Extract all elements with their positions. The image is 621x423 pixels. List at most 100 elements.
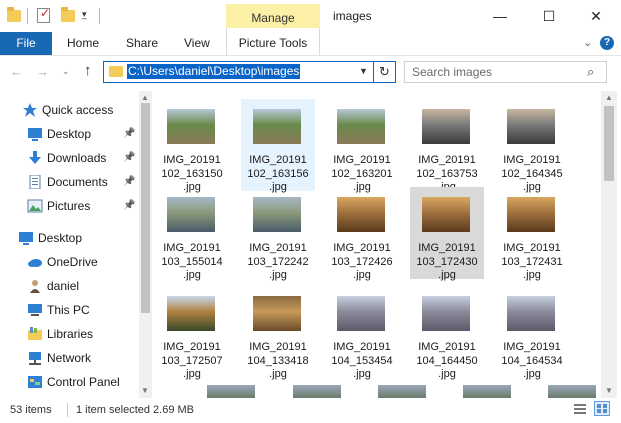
folder-icon	[109, 66, 123, 77]
computer-icon	[27, 303, 43, 317]
selection-info: 1 item selected 2.69 MB	[76, 404, 195, 416]
forward-button[interactable]: →	[36, 64, 49, 79]
tab-file[interactable]: File	[0, 32, 52, 55]
properties-icon[interactable]	[37, 6, 50, 23]
file-tile[interactable]: IMG_20191 102_164345 .jpg	[495, 99, 569, 193]
sidebar-item-label: daniel	[47, 279, 80, 293]
nav-scroll-thumb[interactable]	[141, 103, 150, 313]
image-thumbnail	[167, 197, 215, 232]
file-tile[interactable]: IMG_20191 103_172426 .jpg	[325, 187, 399, 281]
sidebar-item-label: Control Panel	[47, 375, 120, 389]
back-button[interactable]: ←	[10, 64, 23, 79]
new-folder-icon[interactable]	[61, 7, 75, 22]
scroll-down-icon[interactable]: ▼	[141, 386, 149, 395]
file-tile[interactable]: IMG_20191 103_155014 .jpg	[155, 187, 229, 281]
star-icon	[22, 103, 38, 117]
file-name: IMG_20191 104_133418 .jpg	[247, 341, 309, 380]
file-name: IMG_20191 103_172507 .jpg	[161, 341, 223, 380]
sidebar-item-label: Pictures	[47, 199, 91, 213]
sidebar-item-pictures[interactable]: Pictures 📌	[0, 195, 140, 217]
file-tile[interactable]: IMG_20191 104_164450 .jpg	[410, 286, 484, 380]
image-thumbnail[interactable]	[378, 385, 426, 398]
image-thumbnail	[167, 296, 215, 331]
download-icon	[27, 151, 43, 165]
maximize-button[interactable]: ☐	[526, 0, 572, 32]
pin-icon[interactable]: 📌	[123, 176, 135, 187]
sidebar-item-control-panel[interactable]: Control Panel	[0, 371, 140, 393]
tab-home[interactable]: Home	[67, 32, 99, 55]
large-icons-view-icon[interactable]	[594, 401, 610, 416]
image-thumbnail	[253, 109, 301, 144]
sidebar-item-this-pc[interactable]: This PC	[0, 299, 140, 321]
recent-locations-button[interactable]: ⌄	[62, 66, 70, 77]
sidebar-item-daniel[interactable]: daniel	[0, 275, 140, 297]
sidebar-item-network[interactable]: Network	[0, 347, 140, 369]
file-tile[interactable]: IMG_20191 102_163156 .jpg	[241, 99, 315, 193]
tab-picture-tools[interactable]: Picture Tools	[226, 28, 320, 55]
sidebar-item-label: Downloads	[47, 151, 107, 165]
refresh-button[interactable]: ↻	[374, 61, 396, 83]
scroll-up-icon[interactable]: ▲	[141, 93, 149, 102]
divider	[67, 403, 68, 417]
file-tile[interactable]: IMG_20191 102_163201 .jpg	[325, 99, 399, 193]
sidebar-item-desktop[interactable]: Desktop	[0, 227, 140, 249]
image-thumbnail[interactable]	[548, 385, 596, 398]
sidebar-item-libraries[interactable]: Libraries	[0, 323, 140, 345]
pin-icon[interactable]: 📌	[123, 200, 135, 211]
file-name: IMG_20191 103_172426 .jpg	[331, 242, 393, 281]
sidebar-item-onedrive[interactable]: OneDrive	[0, 251, 140, 273]
sidebar-item-desktop[interactable]: Desktop 📌	[0, 123, 140, 145]
file-tile[interactable]: IMG_20191 103_172242 .jpg	[241, 187, 315, 281]
image-thumbnail	[507, 197, 555, 232]
folder-icon	[7, 7, 21, 22]
divider	[27, 8, 28, 24]
sidebar-item-quick-access[interactable]: Quick access	[0, 99, 140, 121]
network-icon	[27, 351, 43, 365]
file-name: IMG_20191 103_155014 .jpg	[161, 242, 223, 281]
file-tile[interactable]: IMG_20191 103_172430 .jpg	[410, 187, 484, 281]
expand-ribbon-icon[interactable]: ⌄	[583, 36, 592, 49]
image-thumbnail	[507, 109, 555, 144]
sidebar-item-label: This PC	[47, 303, 90, 317]
file-name: IMG_20191 104_153454 .jpg	[331, 341, 393, 380]
cloud-icon	[27, 255, 43, 269]
pictures-icon	[27, 199, 43, 213]
search-icon[interactable]: ⌕	[587, 64, 594, 80]
chevron-down-icon[interactable]: ▼	[359, 66, 368, 76]
file-tile[interactable]: IMG_20191 102_163150 .jpg	[155, 99, 229, 193]
file-tile[interactable]: IMG_20191 104_164534 .jpg	[495, 286, 569, 380]
tab-share[interactable]: Share	[126, 32, 158, 55]
details-view-icon[interactable]	[574, 403, 586, 415]
customize-quick-access-icon[interactable]: ▾̲	[82, 9, 87, 20]
file-name: IMG_20191 103_172431 .jpg	[501, 242, 563, 281]
up-button[interactable]: ↑	[84, 62, 92, 79]
pin-icon[interactable]: 📌	[123, 152, 135, 163]
file-list: IMG_20191 102_163150 .jpg IMG_20191 102_1…	[152, 91, 601, 398]
scroll-up-icon[interactable]: ▲	[605, 93, 613, 102]
file-tile[interactable]: IMG_20191 104_133418 .jpg	[241, 286, 315, 380]
content-scroll-thumb[interactable]	[604, 106, 614, 181]
sidebar-item-documents[interactable]: Documents 📌	[0, 171, 140, 193]
image-thumbnail	[422, 197, 470, 232]
tab-view[interactable]: View	[184, 32, 210, 55]
file-tile[interactable]: IMG_20191 103_172431 .jpg	[495, 187, 569, 281]
close-button[interactable]: ✕	[573, 0, 619, 32]
pin-icon[interactable]: 📌	[123, 128, 135, 139]
sidebar-item-downloads[interactable]: Downloads 📌	[0, 147, 140, 169]
image-thumbnail[interactable]	[463, 385, 511, 398]
sidebar-item-label: Desktop	[47, 127, 92, 141]
minimize-button[interactable]: —	[477, 0, 523, 32]
user-icon	[27, 279, 43, 293]
sidebar-item-label: Network	[47, 351, 92, 365]
control-panel-icon	[27, 375, 43, 389]
file-tile[interactable]: IMG_20191 104_153454 .jpg	[325, 286, 399, 380]
address-path[interactable]: C:\Users\daniel\Desktop\images	[127, 64, 301, 79]
scroll-down-icon[interactable]: ▼	[605, 386, 613, 395]
documents-icon	[27, 174, 43, 190]
image-thumbnail[interactable]	[207, 385, 255, 398]
image-thumbnail[interactable]	[293, 385, 341, 398]
file-tile[interactable]: IMG_20191 102_163753 .jpg	[410, 99, 484, 193]
image-thumbnail	[507, 296, 555, 331]
help-icon[interactable]: ?	[600, 36, 614, 50]
file-tile[interactable]: IMG_20191 103_172507 .jpg	[155, 286, 229, 380]
